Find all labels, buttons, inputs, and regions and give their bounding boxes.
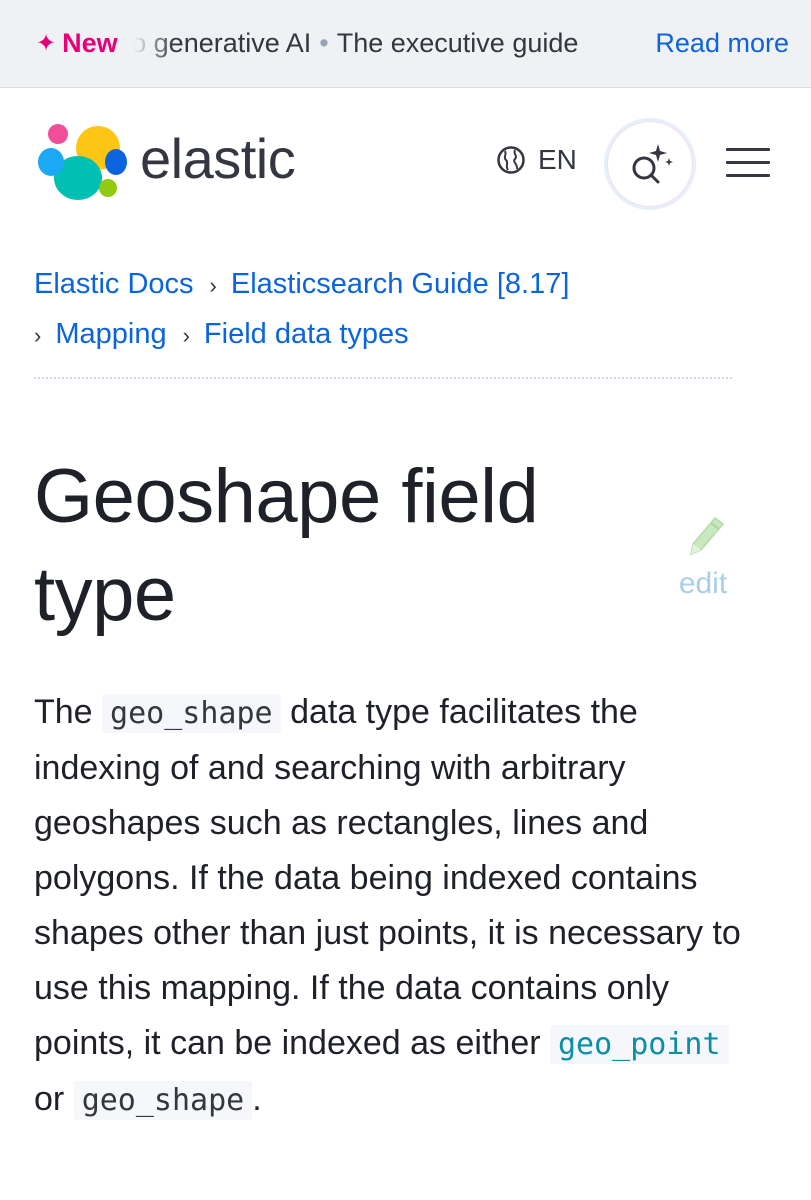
breadcrumb: Elastic Docs › Elasticsearch Guide [8.17] … xyxy=(34,260,754,360)
breadcrumb-separator: › xyxy=(34,323,42,348)
brand-name[interactable]: elastic xyxy=(140,126,296,191)
menu-bar xyxy=(726,161,770,164)
divider xyxy=(34,377,732,379)
paragraph-text: or xyxy=(34,1080,65,1118)
ai-search-button[interactable] xyxy=(604,118,696,210)
edit-link[interactable]: edit xyxy=(672,510,734,601)
banner-text-part1: to generative AI xyxy=(133,28,312,58)
announcement-banner[interactable]: ✦ New to generative AI • The executive gui… xyxy=(0,0,811,88)
banner-message[interactable]: to generative AI • The executive guide xyxy=(134,28,642,59)
ai-search-icon xyxy=(632,144,673,184)
breadcrumb-separator: › xyxy=(182,323,190,348)
edit-label: edit xyxy=(678,567,728,600)
paragraph-text: data type facilitates the indexing of an… xyxy=(34,693,741,1062)
breadcrumb-elasticsearch-guide[interactable]: Elasticsearch Guide [8.17] xyxy=(231,268,570,300)
hamburger-menu-icon[interactable] xyxy=(726,148,770,178)
language-selector[interactable]: EN xyxy=(496,144,577,176)
menu-bar xyxy=(726,174,770,177)
paragraph-text: The xyxy=(34,693,93,731)
description-paragraph: The geo_shape data type facilitates the … xyxy=(34,685,744,1128)
banner-separator: • xyxy=(319,28,329,58)
page-title: Geoshape field type xyxy=(34,454,539,637)
breadcrumb-separator: › xyxy=(209,273,217,298)
sparkle-icon: ✦ xyxy=(36,30,57,57)
inline-code: geo_shape xyxy=(73,1081,253,1120)
read-more-link[interactable]: Read more xyxy=(655,28,789,59)
breadcrumb-mapping[interactable]: Mapping xyxy=(55,318,166,350)
breadcrumb-field-data-types[interactable]: Field data types xyxy=(204,318,409,350)
menu-bar xyxy=(726,148,770,151)
inline-code: geo_shape xyxy=(102,694,281,733)
elastic-logo[interactable] xyxy=(38,118,130,208)
geo-point-link[interactable]: geo_point xyxy=(550,1025,729,1064)
new-label: New xyxy=(62,28,118,58)
paragraph-text: . xyxy=(252,1080,262,1118)
pencil-icon xyxy=(689,516,725,556)
banner-text-part2: The executive guide xyxy=(336,28,579,58)
language-label: EN xyxy=(538,144,577,175)
breadcrumb-elastic-docs[interactable]: Elastic Docs xyxy=(34,268,194,300)
site-header: elastic EN xyxy=(0,88,811,238)
globe-icon xyxy=(497,146,525,174)
